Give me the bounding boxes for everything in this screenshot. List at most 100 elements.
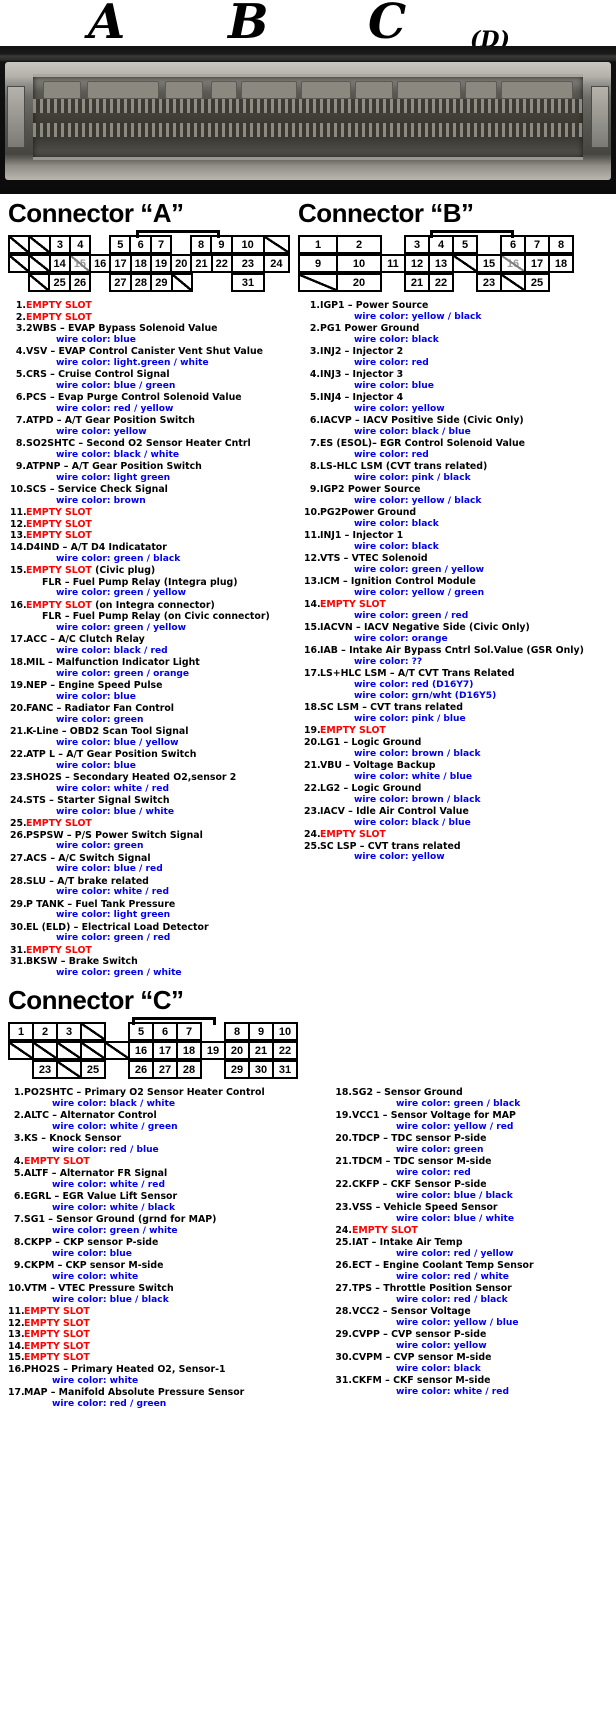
pin-cell-9: 9	[248, 1022, 274, 1042]
pin-signal-name: ALTF – Alternator FR Signal	[24, 1167, 168, 1179]
pin-cell-25: 25	[48, 273, 71, 292]
pin-entry: 10. SCS – Service Check Signal wire color…	[0, 484, 290, 507]
pin-cell-31: 31	[272, 1060, 298, 1080]
pin-empty-label: EMPTY SLOT	[24, 1156, 90, 1168]
wire-color: wire color: blue	[56, 334, 136, 345]
pin-empty-label: EMPTY SLOT	[26, 518, 92, 530]
pin-entry: 20. LG1 – Logic Ground wire color: brown …	[290, 737, 616, 760]
pin-number: 10.	[8, 1282, 25, 1294]
pin-entry: 31. BKSW – Brake Switch wire color: green…	[0, 956, 290, 979]
pin-signal-name: SG1 – Sensor Ground (grnd for MAP)	[24, 1213, 217, 1225]
wire-color: wire color: white / green	[52, 1121, 178, 1132]
pin-row-upper	[33, 99, 583, 113]
pin-number: 31.	[10, 944, 27, 956]
pin-number: 21.	[304, 760, 321, 771]
pin-cell-16: 16	[500, 254, 526, 273]
pin-number: 20.	[10, 703, 27, 715]
pin-empty-label: EMPTY SLOT	[26, 599, 92, 611]
pin-number: 11.	[10, 507, 27, 519]
pin-entry: 14. EMPTY SLOT	[0, 1341, 308, 1353]
pin-empty-label: EMPTY SLOT	[26, 564, 92, 576]
pin-number: 10.	[10, 484, 27, 496]
wire-color: wire color: blue / white	[56, 806, 175, 817]
pin-cell-blank	[380, 273, 406, 292]
pin-number: 24.	[304, 829, 321, 840]
wire-color: wire color: green / red	[354, 610, 469, 621]
pin-empty-label: EMPTY SLOT	[26, 311, 92, 323]
pin-number: 13.	[304, 576, 321, 587]
pin-signal-name: INJ1 – Injector 1	[320, 530, 404, 541]
pin-number: 2.	[309, 323, 320, 334]
pin-number: 7.	[309, 438, 320, 449]
connector-block	[501, 81, 573, 99]
pin-signal-name: ECT – Engine Coolant Temp Sensor	[352, 1259, 534, 1271]
wire-color: wire color: light.green / white	[56, 357, 209, 368]
pin-cell-25: 25	[80, 1060, 106, 1080]
pin-entry: 7. SG1 – Sensor Ground (grnd for MAP) wir…	[0, 1214, 308, 1237]
pin-entry: 13. ICM – Ignition Control Module wire co…	[290, 576, 616, 599]
pin-cell-blank	[191, 273, 213, 292]
pin-cell-blank	[56, 1041, 82, 1061]
pin-entry: 8. LS-HLC LSM (CVT trans related) wire co…	[290, 461, 616, 484]
wire-color: wire color: yellow	[354, 403, 445, 414]
pin-cell-14: 14	[48, 254, 71, 273]
wire-color: wire color: white / red	[396, 1386, 509, 1397]
pin-number: 19.	[335, 1110, 352, 1122]
pin-cell-7: 7	[524, 235, 550, 254]
pin-entry: 9. CKPM – CKP sensor M-side wire color: w…	[0, 1260, 308, 1283]
pin-signal-name: SG2 – Sensor Ground	[352, 1087, 463, 1099]
pin-cell-blank	[548, 273, 574, 292]
pin-signal-name: PG2Power Ground	[320, 507, 417, 518]
pin-signal-name: 2WBS – EVAP Bypass Solenoid Value	[26, 323, 218, 335]
wire-color: wire color: yellow / black	[354, 495, 482, 506]
pin-cell-1: 1	[298, 235, 338, 254]
wire-color: wire color: pink / black	[354, 472, 471, 483]
pin-cell-blank	[28, 235, 51, 254]
pin-signal-name: LG1 – Logic Ground	[320, 737, 422, 748]
pin-entry: 11. INJ1 – Injector 1 wire color: black	[290, 530, 616, 553]
pin-signal-name: ACS – A/C Switch Signal	[26, 852, 151, 864]
pin-number: 17.	[10, 634, 27, 646]
pin-signal-name: ES (ESOL)– EGR Control Solenoid Value	[320, 438, 526, 449]
connector-a-pin-grid: 3 4 5 6 7 8 9 10 14 15 16 17 18 19 20 21 22 23 24 25 26 27 28 2…	[8, 230, 291, 292]
pin-empty-label: EMPTY SLOT	[320, 725, 386, 737]
pin-cell-blank	[89, 273, 111, 292]
pin-signal-name: BKSW – Brake Switch	[26, 956, 138, 968]
pin-number: 23.	[10, 772, 27, 784]
pin-cell-16: 16	[89, 254, 112, 273]
pin-cell-blank	[8, 1060, 34, 1079]
pin-entry: 5. ALTF – Alternator FR Signal wire color…	[0, 1168, 308, 1191]
pin-cell-blank	[380, 235, 406, 254]
pin-signal-name: SC LSP – CVT trans related	[320, 840, 461, 852]
pin-entry: 16. PHO2S – Primary Heated O2, Sensor-1 w…	[0, 1364, 308, 1387]
wire-color: wire color: white / black	[52, 1202, 175, 1213]
pin-signal-name: IACVN – IACV Negative Side (Civic Only)	[320, 622, 530, 633]
pin-number: 27.	[335, 1282, 352, 1294]
pin-grid-row: 1 2 3 5 6 7 8 9 10	[8, 1022, 616, 1042]
pin-cell-21: 21	[248, 1041, 274, 1061]
pin-number: 9.	[15, 461, 26, 473]
pin-cell-12: 12	[404, 254, 430, 273]
pin-number: 3.	[309, 346, 320, 357]
pin-grid-row: 23 25 26 27 28 29 30 31	[8, 1060, 616, 1080]
connector-block	[355, 81, 393, 99]
connector-c-pin-list-right: 18. SG2 – Sensor Ground wire color: green…	[308, 1087, 616, 1398]
pin-cell-10: 10	[230, 235, 265, 254]
pin-empty-label: EMPTY SLOT	[26, 944, 92, 956]
pin-cell-23: 23	[32, 1060, 58, 1080]
pin-number: 14.	[10, 541, 27, 553]
pin-cell-26: 26	[68, 273, 92, 292]
pin-signal-name: IGP1 – Power Source	[320, 300, 429, 311]
wire-color: wire color: brown / black	[354, 748, 481, 759]
pin-cell-blank	[170, 273, 194, 292]
pin-cell-17: 17	[524, 254, 550, 273]
ecu-connector-cavity	[33, 74, 583, 160]
pin-number: 28.	[335, 1305, 352, 1317]
ecu-pinout-page: A B C (D) Connector “A” 3 4 5 6 7 8 9 10…	[0, 0, 616, 1410]
pin-signal-name: CKPP – CKP sensor P-side	[24, 1236, 159, 1248]
wire-color: wire color: yellow / green	[354, 587, 485, 598]
wire-color: wire color: white	[52, 1271, 139, 1282]
pin-number: 14.	[304, 599, 321, 610]
pin-entry: 14. EMPTY SLOT wire color: green / red	[290, 599, 616, 622]
pin-cell-blank	[80, 1022, 106, 1042]
